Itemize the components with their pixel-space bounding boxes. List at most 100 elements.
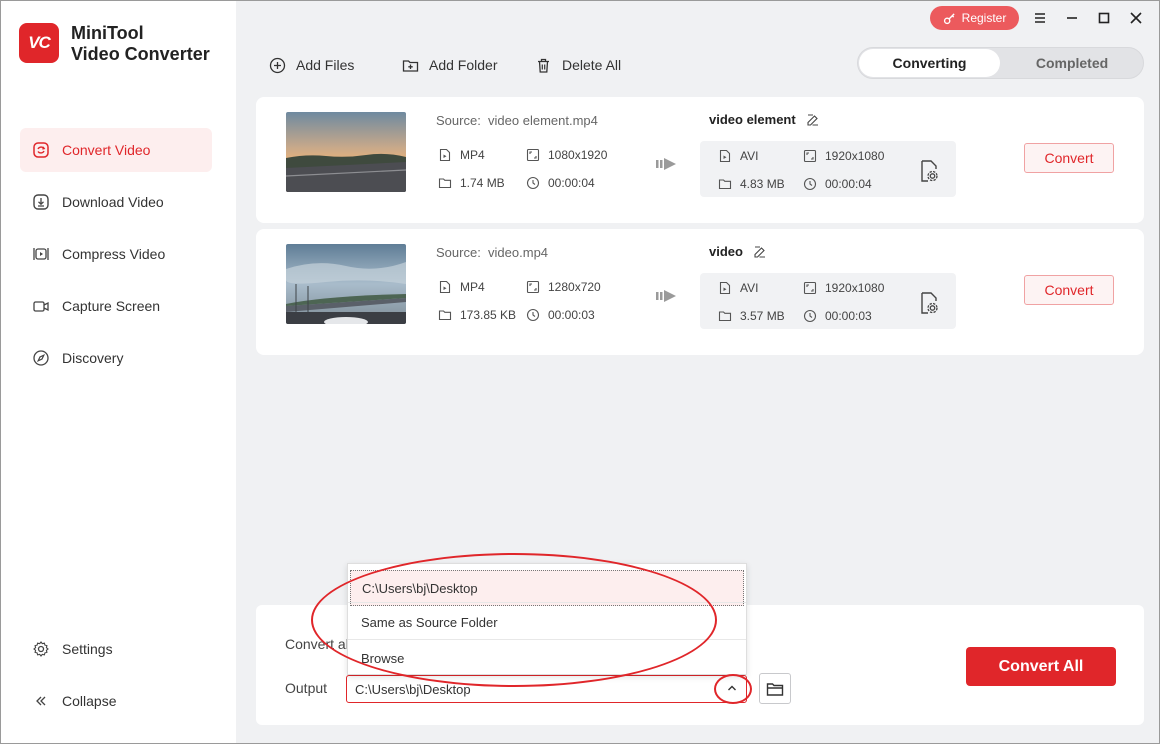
close-icon [1130, 12, 1142, 24]
folder-plus-icon [402, 59, 419, 72]
dropdown-option-same-as-source[interactable]: Same as Source Folder [348, 604, 746, 640]
file-settings-icon[interactable] [918, 291, 940, 315]
close-button[interactable] [1127, 9, 1145, 27]
register-button[interactable]: Register [930, 6, 1019, 30]
sidebar-item-convert-video[interactable]: Convert Video [20, 128, 212, 172]
logo-text: VC [28, 33, 51, 52]
edit-icon[interactable] [753, 245, 767, 259]
output-dropdown-toggle[interactable] [722, 678, 742, 698]
clock-icon [526, 176, 540, 190]
file-video-icon [439, 280, 451, 294]
clock-icon [526, 308, 540, 322]
dropdown-option-browse[interactable]: Browse [348, 640, 746, 676]
output-dropdown-menu: C:\Users\bj\Desktop Same as Source Folde… [347, 563, 747, 675]
view-toggle: Converting Completed [857, 47, 1144, 79]
add-folder-button[interactable]: Add Folder [402, 55, 497, 75]
output-path-value: C:\Users\bj\Desktop [355, 681, 471, 697]
dropdown-option-desktop[interactable]: C:\Users\bj\Desktop [350, 570, 744, 606]
file-video-icon [719, 149, 731, 163]
hamburger-icon [1035, 13, 1045, 23]
source-format: MP4 [438, 148, 485, 162]
target-title: video [709, 244, 767, 259]
file-video-icon [439, 148, 451, 162]
source-duration: 00:00:04 [526, 176, 595, 190]
target-size: 3.57 MB [718, 309, 785, 323]
folder-icon [438, 310, 452, 321]
convert-all-button[interactable]: Convert All [966, 647, 1116, 686]
tab-converting[interactable]: Converting [859, 49, 1000, 77]
camera-icon [33, 301, 49, 312]
settings-button[interactable]: Settings [20, 627, 212, 671]
target-duration: 00:00:03 [803, 309, 872, 323]
target-resolution-value: 1920x1080 [825, 149, 885, 163]
sidebar-item-capture-screen[interactable]: Capture Screen [20, 284, 212, 328]
convert-button[interactable]: Convert [1024, 143, 1114, 173]
compass-icon [33, 350, 49, 366]
source-filename: video.mp4 [488, 245, 549, 260]
add-files-label: Add Files [296, 57, 355, 73]
resolution-icon [803, 281, 817, 295]
app-name: MiniTool Video Converter [71, 23, 210, 65]
source-line: Source: video.mp4 [436, 245, 548, 260]
menu-button[interactable] [1031, 9, 1049, 27]
folder-icon [718, 179, 732, 190]
minimize-icon [1067, 17, 1077, 19]
target-duration-value: 00:00:03 [825, 309, 872, 323]
source-duration-value: 00:00:03 [548, 308, 595, 322]
source-duration: 00:00:03 [526, 308, 595, 322]
key-icon [943, 12, 955, 24]
target-format-value: AVI [740, 149, 759, 163]
source-format: MP4 [438, 280, 485, 294]
target-duration-value: 00:00:04 [825, 177, 872, 191]
sidebar-item-download-video[interactable]: Download Video [20, 180, 212, 224]
collapse-button[interactable]: Collapse [20, 679, 212, 723]
maximize-icon [1098, 12, 1110, 24]
source-prefix: Source: [436, 245, 481, 260]
target-resolution: 1920x1080 [803, 149, 884, 163]
collapse-label: Collapse [62, 693, 117, 709]
double-chevron-left-icon [36, 696, 46, 706]
source-line: Source: video element.mp4 [436, 113, 598, 128]
target-resolution-value: 1920x1080 [825, 281, 885, 295]
output-label: Output [285, 680, 328, 696]
plus-circle-icon [269, 57, 286, 73]
resolution-icon [526, 280, 540, 294]
target-settings[interactable]: AVI 1920x1080 4.83 MB 00:00:04 [700, 141, 956, 197]
delete-all-button[interactable]: Delete All [535, 55, 621, 75]
trash-icon [538, 58, 549, 73]
edit-icon[interactable] [806, 113, 820, 127]
add-folder-label: Add Folder [429, 57, 498, 73]
app-name-line1: MiniTool [71, 23, 144, 43]
download-icon [33, 194, 49, 210]
target-duration: 00:00:04 [803, 177, 872, 191]
target-filename: video [709, 244, 743, 259]
sidebar-item-discovery[interactable]: Discovery [20, 336, 212, 380]
target-resolution: 1920x1080 [803, 281, 884, 295]
output-path-select[interactable]: C:\Users\bj\Desktop [346, 675, 747, 703]
target-size-value: 3.57 MB [740, 309, 785, 323]
folder-icon [438, 178, 452, 189]
settings-label: Settings [62, 641, 113, 657]
file-card: Source: video element.mp4 MP4 1080x1920 … [256, 97, 1144, 223]
target-title: video element [709, 112, 820, 127]
app-name-line2: Video Converter [71, 44, 210, 64]
sidebar-item-compress-video[interactable]: Compress Video [20, 232, 212, 276]
open-output-folder-button[interactable] [759, 673, 791, 704]
target-settings[interactable]: AVI 1920x1080 3.57 MB 00:00:03 [700, 273, 956, 329]
dropdown-divider [348, 602, 746, 603]
source-prefix: Source: [436, 113, 481, 128]
gear-icon [33, 641, 49, 657]
resolution-icon [803, 149, 817, 163]
maximize-button[interactable] [1095, 9, 1113, 27]
video-thumbnail[interactable] [286, 112, 406, 192]
file-settings-icon[interactable] [918, 159, 940, 183]
minimize-button[interactable] [1063, 9, 1081, 27]
convert-button[interactable]: Convert [1024, 275, 1114, 305]
convert-all-to-label: Convert al [285, 636, 349, 652]
source-format-value: MP4 [460, 280, 485, 294]
add-files-button[interactable]: Add Files [269, 55, 354, 75]
arrow-right-icon [656, 290, 676, 302]
tab-completed[interactable]: Completed [1002, 49, 1142, 77]
video-thumbnail[interactable] [286, 244, 406, 324]
source-duration-value: 00:00:04 [548, 176, 595, 190]
